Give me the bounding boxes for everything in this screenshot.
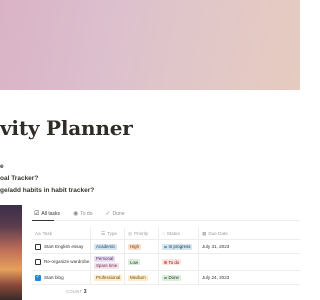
- column-label: Due Date: [208, 231, 228, 236]
- type-cell[interactable]: Professional: [90, 271, 124, 284]
- check-circle-icon: ✓: [105, 211, 111, 217]
- status-dot: [164, 261, 167, 264]
- column-header-priority[interactable]: ◎ Priority: [124, 228, 158, 239]
- status-label: Done: [168, 275, 180, 280]
- priority-tag: High: [128, 243, 142, 250]
- task-cell: Re-organize wardrobe: [32, 254, 90, 270]
- task-cell: ✓ Start blog: [32, 271, 90, 284]
- column-header-task[interactable]: Aa Task: [32, 228, 90, 239]
- task-checkbox[interactable]: [35, 259, 41, 265]
- count-label: COUNT: [66, 289, 83, 294]
- table-row[interactable]: Re-organize wardrobe Personal Spare time…: [32, 254, 300, 271]
- tab-label: To do: [80, 211, 93, 217]
- column-header-type[interactable]: ☰ Type: [90, 228, 124, 239]
- toggle-item[interactable]: ge/add habits in habit tracker?: [0, 185, 94, 197]
- task-checkbox[interactable]: [35, 243, 41, 250]
- tab-all-tasks[interactable]: ☑ All tasks: [32, 208, 62, 220]
- tab-label: All tasks: [41, 211, 61, 217]
- toggle-list: e oal Tracker? ge/add habits in habit tr…: [0, 161, 94, 197]
- toggle-item[interactable]: e: [0, 161, 94, 173]
- page-title: vity Planner: [0, 116, 133, 140]
- due-date-cell[interactable]: July 31, 2023: [198, 240, 268, 253]
- table-header: Aa Task ☰ Type ◎ Priority ◌ Status ▦ Due…: [32, 228, 300, 240]
- column-label: Type: [107, 231, 118, 236]
- toggle-item[interactable]: oal Tracker?: [0, 173, 94, 185]
- task-table: Aa Task ☰ Type ◎ Priority ◌ Status ▦ Due…: [32, 228, 300, 285]
- column-label: Status: [166, 231, 180, 236]
- table-row[interactable]: Start English essay Academic High In pro…: [32, 240, 300, 254]
- status-cell[interactable]: In progress: [158, 240, 198, 253]
- type-cell[interactable]: Academic: [90, 240, 124, 253]
- task-database: ☑ All tasks ◉ To do ✓ Done Aa Task ☰ Typ…: [32, 208, 300, 295]
- task-cell: Start English essay: [32, 240, 90, 253]
- count-value: 3: [83, 289, 87, 295]
- table-row[interactable]: ✓ Start blog Professional Medium Done Ju…: [32, 271, 300, 285]
- list-icon: ☰: [100, 230, 106, 236]
- status-badge: To do: [162, 259, 182, 265]
- view-tabs: ☑ All tasks ◉ To do ✓ Done: [32, 208, 300, 221]
- row-count: COUNT 3: [66, 289, 300, 295]
- status-cell[interactable]: Done: [158, 271, 198, 284]
- due-date-cell[interactable]: [198, 254, 268, 270]
- type-tag: Professional: [94, 274, 123, 281]
- column-label: Priority: [134, 231, 149, 236]
- column-header-due-date[interactable]: ▦ Due Date: [198, 228, 268, 239]
- status-label: To do: [168, 259, 180, 265]
- circle-dot-icon: ◉: [73, 211, 79, 217]
- status-badge: In progress: [162, 243, 193, 250]
- status-label: In progress: [168, 244, 191, 249]
- column-header-status[interactable]: ◌ Status: [158, 228, 198, 239]
- priority-cell[interactable]: High: [124, 240, 158, 253]
- priority-cell[interactable]: Low: [124, 254, 158, 270]
- task-name[interactable]: Start English essay: [44, 244, 83, 250]
- status-cell[interactable]: To do: [158, 254, 198, 270]
- tab-to-do[interactable]: ◉ To do: [71, 208, 94, 220]
- type-tag: Spare time: [94, 262, 120, 269]
- cover-image: [0, 0, 300, 90]
- task-checkbox[interactable]: ✓: [35, 274, 41, 281]
- calendar-icon: ▦: [202, 230, 207, 236]
- tab-done[interactable]: ✓ Done: [104, 208, 127, 220]
- column-label: Task: [42, 231, 53, 236]
- task-name[interactable]: Re-organize wardrobe: [44, 259, 89, 265]
- priority-cell[interactable]: Medium: [124, 271, 158, 284]
- type-cell[interactable]: Personal Spare time: [90, 254, 124, 270]
- due-date-cell[interactable]: July 24, 2023: [198, 271, 268, 284]
- checklist-icon: ☑: [34, 211, 40, 217]
- type-tag: Academic: [94, 243, 118, 250]
- tab-label: Done: [112, 211, 125, 217]
- priority-tag: Medium: [128, 274, 148, 281]
- text-icon: Aa: [35, 231, 41, 236]
- status-dot: [164, 245, 167, 248]
- type-tag: Personal: [94, 255, 116, 262]
- status-icon: ◌: [162, 231, 165, 236]
- task-name[interactable]: Start blog: [44, 275, 64, 281]
- status-badge: Done: [162, 274, 181, 281]
- sunset-image: [0, 205, 22, 300]
- status-dot: [164, 276, 167, 279]
- select-icon: ◎: [128, 230, 133, 236]
- priority-tag: Low: [128, 259, 141, 265]
